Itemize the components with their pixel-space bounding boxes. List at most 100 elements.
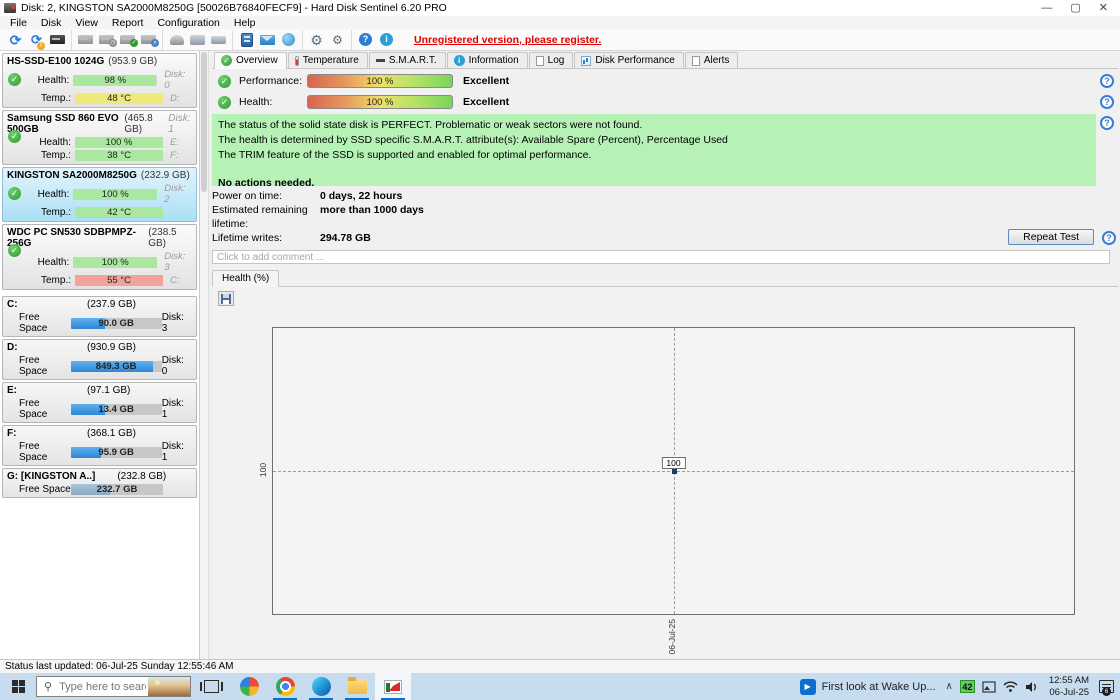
network-status-icon[interactable] bbox=[278, 31, 299, 49]
thermometer-icon bbox=[295, 56, 299, 66]
wifi-icon[interactable] bbox=[1003, 681, 1018, 692]
disk-schedule-icon[interactable]: ◷ bbox=[96, 31, 117, 49]
disk-ok-icon[interactable]: ✓ bbox=[117, 31, 138, 49]
taskbar-app-pinwheel[interactable] bbox=[231, 673, 267, 700]
tray-chevron-icon[interactable]: ∧ bbox=[946, 681, 953, 692]
status-help-icon[interactable]: ? bbox=[1100, 116, 1114, 130]
stat-label: Power on time: bbox=[212, 190, 320, 204]
temp-label: Temp.: bbox=[33, 93, 71, 104]
health-help-icon[interactable]: ? bbox=[1100, 95, 1114, 109]
stat-value: 294.78 GB bbox=[320, 232, 371, 246]
app-icon bbox=[4, 3, 16, 13]
send-email-icon[interactable] bbox=[257, 31, 278, 49]
tray-photos-icon[interactable] bbox=[982, 681, 996, 693]
disk-card-kingston-selected[interactable]: ✓ KINGSTON SA2000M8250G (232.9 GB) Healt… bbox=[2, 167, 197, 222]
disk-number: Disk: 3 bbox=[162, 312, 192, 334]
temp-label: Temp.: bbox=[33, 207, 71, 218]
settings-gear-icon[interactable]: ⚙ bbox=[306, 31, 327, 49]
health-row: ✓ Health: 100 % Excellent ? bbox=[212, 93, 1118, 111]
detect-disks-icon[interactable] bbox=[47, 31, 68, 49]
taskbar-app-edge[interactable] bbox=[303, 673, 339, 700]
content-area: ✓ HS-SSD-E100 1024G (953.9 GB) Health: 9… bbox=[0, 51, 1120, 659]
partition-card-g[interactable]: G: [KINGSTON A..] (232.8 GB) Free Space … bbox=[2, 468, 197, 498]
partition-card-f[interactable]: F: (368.1 GB) Free Space 95.9 GB Disk: 1 bbox=[2, 425, 197, 466]
disk-card-wdc[interactable]: ✓ WDC PC SN530 SDBPMPZ-256G (238.5 GB) H… bbox=[2, 224, 197, 290]
help-icon[interactable]: ? bbox=[355, 31, 376, 49]
save-graph-button[interactable] bbox=[218, 291, 234, 306]
partition-card-c[interactable]: C: (237.9 GB) Free Space 90.0 GB Disk: 3 bbox=[2, 296, 197, 337]
performance-help-icon[interactable]: ? bbox=[1100, 74, 1114, 88]
drive-letter: C: bbox=[170, 275, 180, 286]
disk-capacity: (953.9 GB) bbox=[108, 56, 157, 67]
news-play-icon: ▶ bbox=[800, 679, 816, 695]
tab-information[interactable]: i Information bbox=[447, 52, 528, 68]
health-graph-tab[interactable]: Health (%) bbox=[212, 270, 279, 287]
performance-row: ✓ Performance: 100 % Excellent ? bbox=[212, 72, 1118, 90]
status-bar: Status last updated: 06-Jul-25 Sunday 12… bbox=[0, 659, 1120, 673]
tray-count-badge[interactable]: 42 bbox=[960, 680, 975, 693]
taskbar-search[interactable]: ⚲ bbox=[36, 676, 191, 697]
start-button[interactable] bbox=[0, 673, 36, 700]
partition-card-e[interactable]: E: (97.1 GB) Free Space 13.4 GB Disk: 1 bbox=[2, 382, 197, 423]
disk-name: KINGSTON SA2000M8250G bbox=[7, 170, 137, 181]
health-label: Health: bbox=[33, 189, 69, 200]
report-notebook-icon[interactable] bbox=[236, 31, 257, 49]
device-dome-icon[interactable] bbox=[166, 31, 187, 49]
tab-smart[interactable]: S.M.A.R.T. bbox=[369, 52, 446, 68]
partition-card-d[interactable]: D: (930.9 GB) Free Space 849.3 GB Disk: … bbox=[2, 339, 197, 380]
disk-number: Disk: 1 bbox=[168, 113, 192, 135]
removable-disk-icon[interactable] bbox=[187, 31, 208, 49]
comment-input[interactable] bbox=[212, 250, 1110, 264]
minimize-button[interactable]: — bbox=[1041, 1, 1052, 15]
chrome-icon bbox=[276, 677, 295, 696]
overview-ok-icon: ✓ bbox=[221, 55, 232, 66]
disk-offline-icon[interactable] bbox=[75, 31, 96, 49]
close-button[interactable]: ✕ bbox=[1099, 1, 1108, 15]
disk-test-icon[interactable]: ⌕ bbox=[138, 31, 159, 49]
task-view-icon bbox=[204, 680, 219, 693]
disk-card-hs-ssd[interactable]: ✓ HS-SSD-E100 1024G (953.9 GB) Health: 9… bbox=[2, 53, 197, 108]
tab-disk-performance[interactable]: Disk Performance bbox=[574, 52, 683, 68]
taskbar-app-chrome[interactable] bbox=[267, 673, 303, 700]
partition-size: (97.1 GB) bbox=[87, 385, 130, 396]
about-info-icon[interactable]: i bbox=[376, 31, 397, 49]
temp-meter: 48 °C bbox=[75, 93, 163, 104]
speaker-icon[interactable] bbox=[1025, 681, 1039, 693]
tab-temperature[interactable]: Temperature bbox=[288, 52, 368, 68]
refresh-icon[interactable]: ⟳ bbox=[5, 31, 26, 49]
partition-size: (930.9 GB) bbox=[87, 342, 136, 353]
tab-log[interactable]: Log bbox=[529, 52, 574, 68]
notification-center-icon[interactable]: 6 bbox=[1099, 680, 1114, 693]
taskbar-app-file-explorer[interactable] bbox=[339, 673, 375, 700]
taskbar-clock[interactable]: 12:55 AM 06-Jul-25 bbox=[1046, 675, 1092, 698]
menu-configuration[interactable]: Configuration bbox=[150, 17, 226, 29]
menu-disk[interactable]: Disk bbox=[34, 17, 68, 29]
task-view-button[interactable] bbox=[191, 673, 231, 700]
toolbar: ⟳ ⟳ ◷ ✓ ⌕ ⚙ ⚙ ? i Unregistered version, … bbox=[0, 29, 1120, 51]
register-link[interactable]: Unregistered version, please register. bbox=[414, 34, 601, 46]
menu-view[interactable]: View bbox=[68, 17, 105, 29]
sidebar-scrollbar[interactable] bbox=[200, 51, 209, 659]
health-plot[interactable]: 100 bbox=[272, 327, 1075, 615]
disk-card-samsung[interactable]: ✓ Samsung SSD 860 EVO 500GB (465.8 GB) D… bbox=[2, 110, 197, 165]
temp-label: Temp.: bbox=[33, 150, 71, 161]
sound-settings-icon[interactable]: ⚙ bbox=[327, 31, 348, 49]
free-space-label: Free Space bbox=[19, 312, 71, 334]
taskbar-app-hdsentinel[interactable] bbox=[375, 673, 411, 700]
restore-button[interactable]: ▢ bbox=[1070, 1, 1080, 15]
alerts-page-icon bbox=[692, 56, 700, 66]
menu-file[interactable]: File bbox=[3, 17, 34, 29]
printer-icon[interactable] bbox=[208, 31, 229, 49]
search-daily-image[interactable] bbox=[148, 677, 190, 696]
free-space-label: Free Space bbox=[19, 441, 71, 463]
menu-report[interactable]: Report bbox=[105, 17, 151, 29]
repeat-test-button[interactable]: Repeat Test bbox=[1008, 229, 1094, 245]
refresh-warning-icon[interactable]: ⟳ bbox=[26, 31, 47, 49]
tab-alerts[interactable]: Alerts bbox=[685, 52, 739, 68]
search-input[interactable] bbox=[57, 680, 148, 694]
tab-overview[interactable]: ✓ Overview bbox=[214, 52, 287, 69]
news-widget[interactable]: ▶ First look at Wake Up... bbox=[800, 679, 946, 695]
free-space-label: Free Space bbox=[19, 355, 71, 377]
menu-help[interactable]: Help bbox=[227, 17, 263, 29]
menubar: File Disk View Report Configuration Help bbox=[0, 16, 1120, 29]
